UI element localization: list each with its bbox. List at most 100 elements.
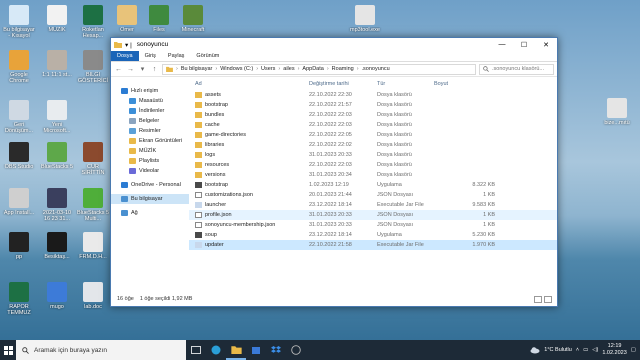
file-row[interactable]: soup 23.12.2022 18:14 Uygulama 5.230 KB [189,230,557,240]
file-row[interactable]: customizations.json 20.01.2023 21:44 JSON … [189,190,557,200]
column-type[interactable]: Tür [377,81,434,87]
details-view-button[interactable] [534,296,542,303]
file-row[interactable]: game-directories 22.10.2022 22:05 Dosya kl… [189,130,557,140]
sidebar-item[interactable]: OneDrive - Personal [111,180,189,190]
file-row[interactable]: logs 31.01.2023 20:33 Dosya klasörü [189,150,557,160]
desktop-icon[interactable]: Roketlan Hesap... [76,5,110,39]
breadcrumb-separator[interactable]: › [357,66,359,72]
breadcrumb-segment[interactable]: Windows (C:) [220,66,253,72]
close-button[interactable]: ✕ [535,41,557,49]
weather-text[interactable]: 1°C Bulutlu [544,347,572,353]
taskbar-search[interactable]: Aramak için buraya yazın [16,340,186,360]
file-row[interactable]: cache 22.10.2022 22:03 Dosya klasörü [189,120,557,130]
desktop-icon[interactable]: BİLGİ GÖSTERİCİ [76,50,110,84]
network-icon[interactable]: ▭ [583,347,588,353]
recent-locations-button[interactable]: ▾ [138,65,147,73]
desktop-icon[interactable]: MÜZİK [40,5,74,39]
sidebar-item[interactable]: MÜZİK [111,146,189,156]
desktop-icon[interactable]: Files [142,5,176,39]
file-row[interactable]: updater 22.10.2022 21:58 Executable Jar Fi… [189,240,557,250]
breadcrumb-segment[interactable]: Users [261,66,275,72]
large-icons-view-button[interactable] [544,296,552,303]
desktop-icon[interactable]: FRM.D.H... [76,232,110,266]
file-row[interactable]: libraries 22.10.2022 22:02 Dosya klasörü [189,140,557,150]
file-row[interactable]: assets 22.10.2022 22:30 Dosya klasörü [189,90,557,100]
sidebar-item[interactable]: Resimler [111,126,189,136]
tab-share[interactable]: Paylaş [162,51,191,61]
breadcrumb-segment[interactable]: ailes [283,66,294,72]
desktop-icon[interactable]: Bu bilgisayar - Kısayol [2,5,36,39]
desktop-icon[interactable]: Yeni Microsoft... [40,100,74,134]
desktop-icon[interactable]: pp [2,232,36,266]
desktop-icon[interactable]: App Install... [2,188,36,222]
clock[interactable]: 12:19 1.02.2023 [602,343,626,357]
sidebar-item[interactable]: Ağ [111,208,189,218]
tray-overflow-icon[interactable]: ˄ [576,347,579,353]
taskbar-store[interactable] [246,340,266,360]
desktop-icon[interactable]: OBS Studio [2,142,36,176]
taskbar-dropbox[interactable] [266,340,286,360]
sidebar-item[interactable]: Belgeler [111,116,189,126]
desktop-icon[interactable]: BlueStacks 5 [40,142,74,176]
desktop-icon[interactable]: RAPOR TEMMUZ [2,282,36,316]
breadcrumb-separator[interactable]: › [176,66,178,72]
sidebar-item[interactable]: Playlists [111,156,189,166]
desktop-icon[interactable]: mp3tool.exe [348,5,382,39]
minimize-button[interactable]: — [491,41,513,48]
breadcrumb-separator[interactable]: › [327,66,329,72]
back-button[interactable]: ← [114,66,123,73]
desktop-icon[interactable]: Besiktaş... [40,232,74,266]
search-box[interactable]: .sonoyuncu klasörü... [479,63,554,75]
file-row[interactable]: versions 31.01.2023 20:34 Dosya klasörü [189,170,557,180]
taskbar-explorer[interactable] [226,340,246,360]
column-date[interactable]: Değiştirme tarihi [309,81,377,87]
desktop-icon[interactable]: CUR SİRİTTİN [76,142,110,176]
up-button[interactable]: ↑ [150,66,159,73]
notifications-icon[interactable]: ▢ [631,347,636,353]
breadcrumb-separator[interactable]: › [215,66,217,72]
tab-file[interactable]: Dosya [111,51,139,61]
file-row[interactable]: bootstrap 1.02.2023 12:19 Uygulama 8.322 KB [189,180,557,190]
task-view-button[interactable] [186,340,206,360]
tab-home[interactable]: Giriş [139,51,162,61]
desktop-icon[interactable]: lab.doc [76,282,110,316]
desktop-icon[interactable]: Ömer [110,5,144,39]
desktop-icon[interactable]: BlueStacks 5 Multi... [76,188,110,222]
sidebar-item[interactable]: Bu bilgisayar [111,194,189,204]
sidebar-item[interactable]: Videolar [111,166,189,176]
file-row[interactable]: sonoyuncu-membership.json 31.01.2023 20:3… [189,220,557,230]
taskbar-edge[interactable] [206,340,226,360]
forward-button[interactable]: → [126,66,135,73]
breadcrumb-segment[interactable]: Bu bilgisayar [181,66,213,72]
desktop-icon[interactable]: Minecraft [176,5,210,39]
sidebar-item[interactable]: Masaüstü [111,96,189,106]
file-row[interactable]: profile.json 31.01.2023 20:33 JSON Dosyası… [189,210,557,220]
breadcrumb-segment[interactable]: Roaming [332,66,354,72]
volume-icon[interactable]: ◁) [592,347,598,353]
breadcrumb-separator[interactable]: › [298,66,300,72]
breadcrumb-separator[interactable]: › [256,66,258,72]
desktop-icon[interactable]: 2021-03-10 16 23 31... [40,188,74,222]
maximize-button[interactable]: ☐ [513,41,535,49]
desktop-icon[interactable]: Google Chrome [2,50,36,84]
breadcrumb-segment[interactable]: .sonoyuncu [362,66,390,72]
desktop-icon[interactable]: 1:1 11:1 st... [40,50,74,84]
address-bar[interactable]: › Bu bilgisayar › Windows (C:) › Users › ailes ›… [162,63,476,75]
file-row[interactable]: bootstrap 22.10.2022 21:57 Dosya klasörü [189,100,557,110]
file-row[interactable]: bundles 22.10.2022 22:03 Dosya klasörü [189,110,557,120]
sidebar-item[interactable]: Hızlı erişim [111,86,189,96]
file-row[interactable]: resources 22.10.2022 22:03 Dosya klasörü [189,160,557,170]
file-row[interactable]: launcher 23.12.2022 18:14 Executable Jar F… [189,200,557,210]
desktop-icon-right[interactable]: bize...mıtü [600,98,634,132]
quick-access-toolbar[interactable]: ▾ | [125,41,132,49]
start-button[interactable] [0,340,16,360]
sidebar-item[interactable]: İndirilenler [111,106,189,116]
desktop-icon[interactable]: mugo [40,282,74,316]
column-size[interactable]: Boyut [434,81,498,87]
tab-view[interactable]: Görünüm [190,51,225,61]
breadcrumb-separator[interactable]: › [278,66,280,72]
desktop-icon[interactable]: Geri Dönüşüm... [2,100,36,134]
column-name[interactable]: Ad [189,81,309,87]
breadcrumb-segment[interactable]: AppData [302,66,323,72]
sidebar-item[interactable]: Ekran Görüntüleri [111,136,189,146]
